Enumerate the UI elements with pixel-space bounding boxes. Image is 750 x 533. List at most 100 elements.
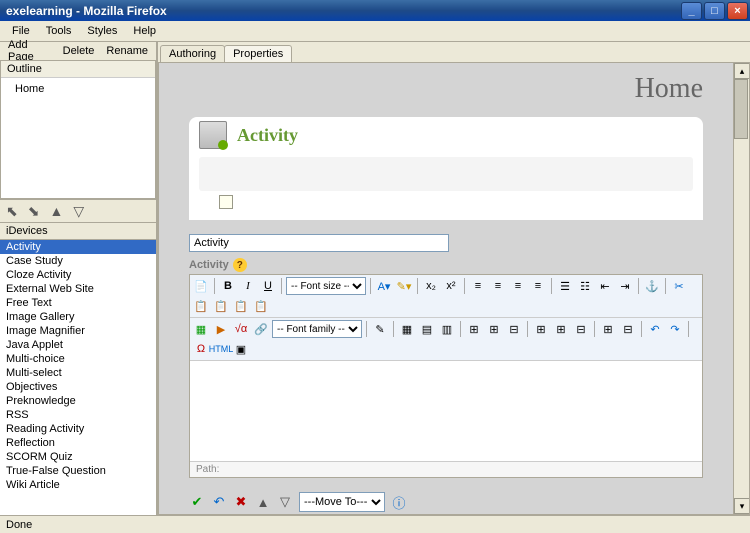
idevice-multi-select[interactable]: Multi-select — [0, 366, 156, 380]
align-left-icon[interactable]: ≡ — [469, 277, 487, 295]
demote-icon[interactable]: ⬊ — [28, 203, 40, 220]
rename-page-button[interactable]: Rename — [102, 44, 152, 58]
paste-text-icon[interactable]: 📋 — [232, 297, 250, 315]
tab-properties[interactable]: Properties — [224, 45, 292, 62]
copy-icon[interactable]: 📋 — [192, 297, 210, 315]
move-down-icon[interactable]: ▽ — [73, 203, 84, 220]
menu-tools[interactable]: Tools — [38, 23, 80, 39]
menu-file[interactable]: File — [4, 23, 38, 39]
col-after-icon[interactable]: ⊞ — [552, 320, 570, 338]
scroll-up-icon[interactable]: ▴ — [734, 63, 750, 79]
align-justify-icon[interactable]: ≡ — [529, 277, 547, 295]
edit-icon[interactable] — [219, 195, 233, 209]
undo-action-icon[interactable]: ↶ — [211, 494, 227, 510]
align-right-icon[interactable]: ≡ — [509, 277, 527, 295]
vertical-scrollbar[interactable]: ▴ ▾ — [733, 63, 749, 514]
idevice-image-gallery[interactable]: Image Gallery — [0, 310, 156, 324]
tab-authoring[interactable]: Authoring — [160, 45, 225, 62]
activity-title-input[interactable] — [189, 234, 449, 252]
omega-icon[interactable]: Ω — [192, 340, 210, 358]
merge-icon[interactable]: ⊟ — [619, 320, 637, 338]
cut-icon[interactable]: ✂ — [670, 277, 688, 295]
promote-icon[interactable]: ⬉ — [6, 203, 18, 220]
move-to-select[interactable]: ---Move To--- — [299, 492, 385, 512]
activity-label: Activity — [237, 125, 298, 146]
idevice-objectives[interactable]: Objectives — [0, 380, 156, 394]
underline-icon[interactable]: U — [259, 277, 277, 295]
idevice-wiki-article[interactable]: Wiki Article — [0, 478, 156, 492]
confirm-icon[interactable]: ✔ — [189, 494, 205, 510]
move-up-icon[interactable]: ▲ — [49, 203, 63, 219]
idevice-free-text[interactable]: Free Text — [0, 296, 156, 310]
scroll-thumb[interactable] — [734, 79, 748, 139]
minimize-button[interactable]: _ — [681, 2, 702, 20]
split-icon[interactable]: ⊞ — [599, 320, 617, 338]
idevice-multi-choice[interactable]: Multi-choice — [0, 352, 156, 366]
scroll-down-icon[interactable]: ▾ — [734, 498, 750, 514]
outline-tree[interactable]: Home — [1, 78, 155, 198]
info-icon[interactable]: ⓘ — [391, 494, 407, 510]
table-col-icon[interactable]: ▥ — [438, 320, 456, 338]
menu-styles[interactable]: Styles — [79, 23, 125, 39]
editor-body[interactable] — [190, 361, 702, 461]
table-icon[interactable]: ▦ — [398, 320, 416, 338]
left-sidebar: Add Page Delete Rename Outline Home ⬉ ⬊ … — [0, 42, 158, 515]
maximize-button[interactable]: □ — [704, 2, 725, 20]
menubar: File Tools Styles Help — [0, 21, 750, 42]
indent-icon[interactable]: ⇥ — [616, 277, 634, 295]
media-icon[interactable]: ▶ — [212, 320, 230, 338]
fullscreen-icon[interactable]: ▣ — [232, 340, 250, 358]
bold-icon[interactable]: B — [219, 277, 237, 295]
clear-format-icon[interactable]: ✎ — [371, 320, 389, 338]
tabs: Authoring Properties — [158, 42, 750, 62]
idevice-external-web-site[interactable]: External Web Site — [0, 282, 156, 296]
anchor-icon[interactable]: ⚓ — [643, 277, 661, 295]
row-before-icon[interactable]: ⊞ — [465, 320, 483, 338]
move-down-action-icon[interactable]: ▽ — [277, 494, 293, 510]
idevice-scorm-quiz[interactable]: SCORM Quiz — [0, 450, 156, 464]
table-row-icon[interactable]: ▤ — [418, 320, 436, 338]
italic-icon[interactable]: I — [239, 277, 257, 295]
font-color-icon[interactable]: A▾ — [375, 277, 393, 295]
subscript-icon[interactable]: x₂ — [422, 277, 440, 295]
outdent-icon[interactable]: ⇤ — [596, 277, 614, 295]
font-size-select[interactable]: -- Font size -- — [286, 277, 366, 295]
highlight-icon[interactable]: ✎▾ — [395, 277, 413, 295]
idevice-cloze-activity[interactable]: Cloze Activity — [0, 268, 156, 282]
del-col-icon[interactable]: ⊟ — [572, 320, 590, 338]
idevice-reflection[interactable]: Reflection — [0, 436, 156, 450]
numbered-list-icon[interactable]: ☷ — [576, 277, 594, 295]
idevice-true-false[interactable]: True-False Question — [0, 464, 156, 478]
new-doc-icon[interactable]: 📄 — [192, 277, 210, 295]
col-before-icon[interactable]: ⊞ — [532, 320, 550, 338]
paste-icon[interactable]: 📋 — [212, 297, 230, 315]
idevices-list[interactable]: Activity Case Study Cloze Activity Exter… — [0, 240, 156, 515]
outline-item-home[interactable]: Home — [7, 82, 149, 96]
idevice-preknowledge[interactable]: Preknowledge — [0, 394, 156, 408]
close-button[interactable]: × — [727, 2, 748, 20]
menu-help[interactable]: Help — [125, 23, 164, 39]
align-center-icon[interactable]: ≡ — [489, 277, 507, 295]
font-family-select[interactable]: -- Font family -- — [272, 320, 362, 338]
idevice-image-magnifier[interactable]: Image Magnifier — [0, 324, 156, 338]
attach-icon[interactable]: 🔗 — [252, 320, 270, 338]
undo-icon[interactable]: ↶ — [646, 320, 664, 338]
idevice-case-study[interactable]: Case Study — [0, 254, 156, 268]
delete-action-icon[interactable]: ✖ — [233, 494, 249, 510]
idevice-rss[interactable]: RSS — [0, 408, 156, 422]
image-icon[interactable]: ▦ — [192, 320, 210, 338]
row-after-icon[interactable]: ⊞ — [485, 320, 503, 338]
superscript-icon[interactable]: x² — [442, 277, 460, 295]
help-icon[interactable]: ? — [233, 258, 247, 272]
paste-word-icon[interactable]: 📋 — [252, 297, 270, 315]
redo-icon[interactable]: ↷ — [666, 320, 684, 338]
idevice-activity[interactable]: Activity — [0, 240, 156, 254]
bullet-list-icon[interactable]: ☰ — [556, 277, 574, 295]
del-row-icon[interactable]: ⊟ — [505, 320, 523, 338]
html-source-icon[interactable]: HTML — [212, 340, 230, 358]
math-icon[interactable]: √α — [232, 320, 250, 338]
idevice-java-applet[interactable]: Java Applet — [0, 338, 156, 352]
idevice-reading-activity[interactable]: Reading Activity — [0, 422, 156, 436]
move-up-action-icon[interactable]: ▲ — [255, 494, 271, 510]
delete-page-button[interactable]: Delete — [59, 44, 99, 58]
